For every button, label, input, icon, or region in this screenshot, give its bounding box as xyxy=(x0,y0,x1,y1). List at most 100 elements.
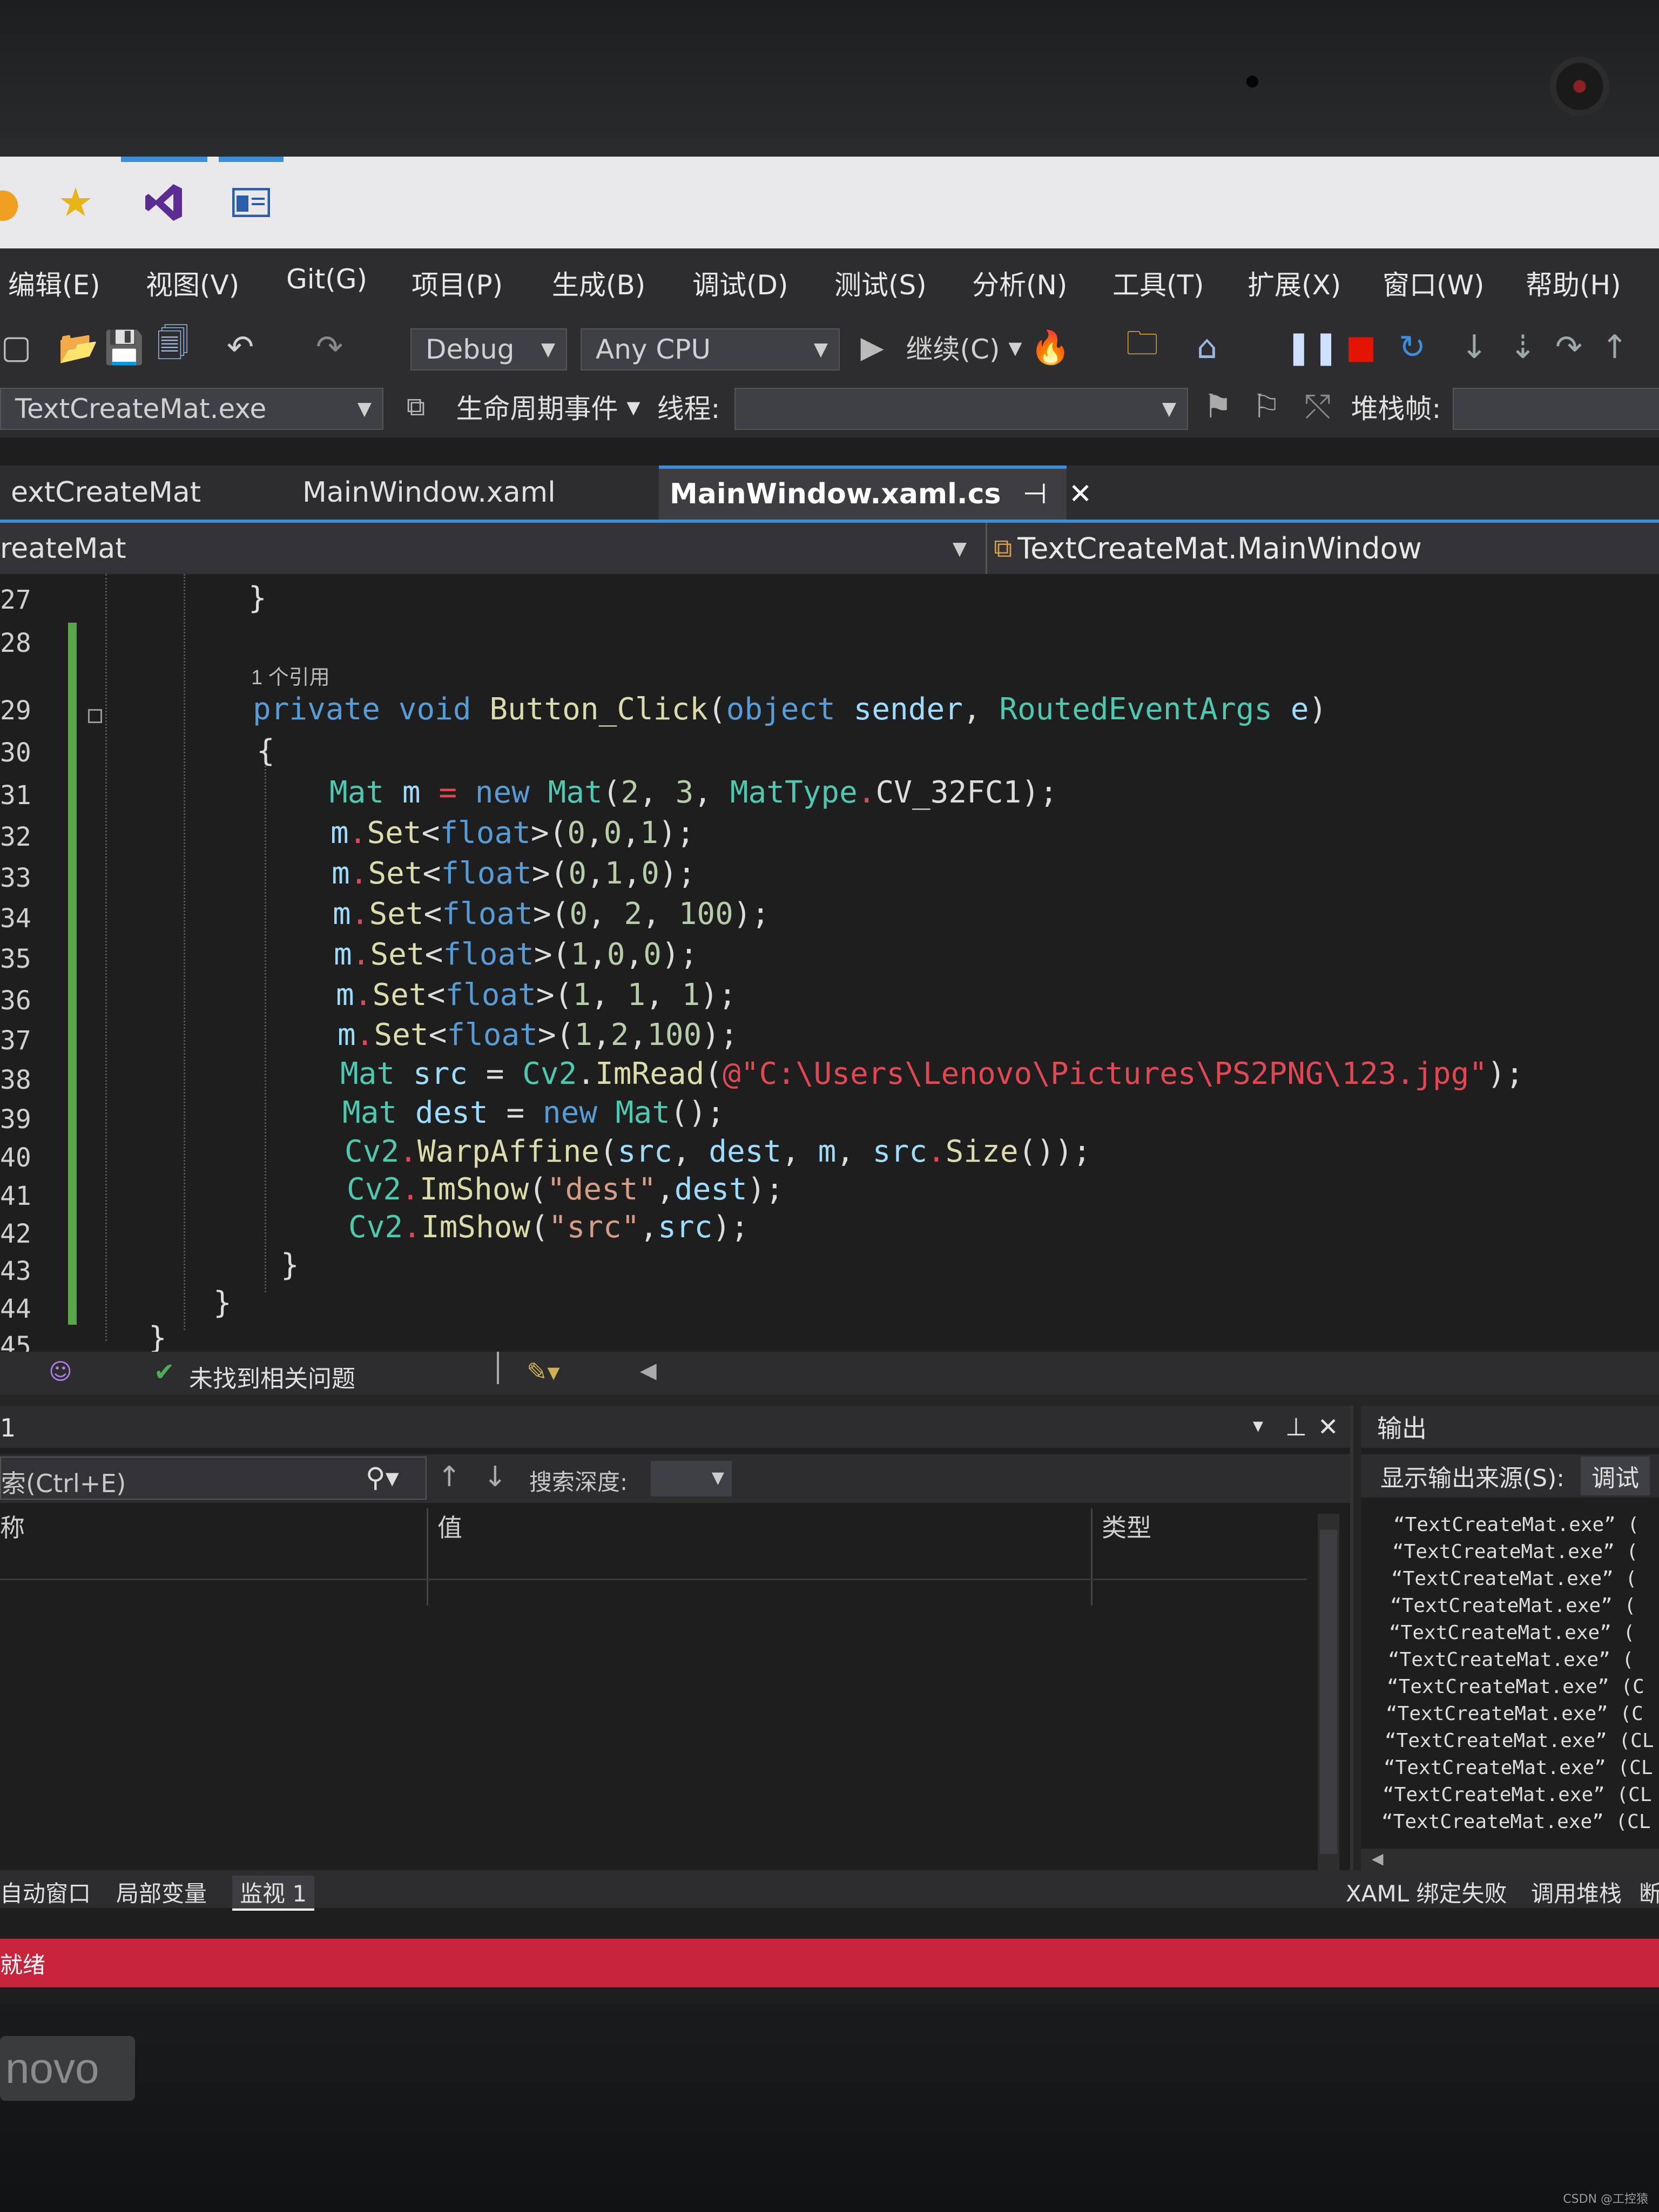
close-icon[interactable]: ✕ xyxy=(1069,478,1092,510)
output-line: “TextCreateMat.exe” (C xyxy=(1386,1703,1643,1725)
menu-git[interactable]: Git(G) xyxy=(286,264,367,295)
line-number: 42 xyxy=(0,1219,31,1249)
menu-build[interactable]: 生成(B) xyxy=(552,264,645,302)
brand-logo: novo xyxy=(0,2036,135,2101)
screen: ● ★ 编辑(E) 视图(V) Git(G) 项目(P) 生成(B) 调试(D)… xyxy=(0,157,1659,2004)
scroll-left-icon[interactable]: ◀ xyxy=(640,1358,657,1383)
search-input[interactable]: 索(Ctrl+E) ⚲▾ xyxy=(0,1456,427,1500)
star-icon[interactable]: ★ xyxy=(46,170,105,235)
browse-icon[interactable]: 🗀 xyxy=(1123,325,1161,366)
class-icon: ⧉ xyxy=(994,533,1013,563)
tab-locals[interactable]: 局部变量 xyxy=(116,1876,207,1908)
visual-studio-icon[interactable] xyxy=(134,170,193,235)
menu-project[interactable]: 项目(P) xyxy=(412,264,503,302)
watch-row[interactable] xyxy=(0,1546,1307,1580)
pin-icon[interactable]: ⊣ xyxy=(1022,478,1047,510)
save-icon[interactable]: 💾 xyxy=(104,328,145,367)
class-name: TextCreateMat.MainWindow xyxy=(1017,531,1422,565)
brush-icon[interactable]: ✎▾ xyxy=(527,1357,560,1386)
issues-status[interactable]: 未找到相关问题 xyxy=(189,1359,355,1394)
stackframe-select[interactable] xyxy=(1453,388,1659,430)
copilot-icon[interactable]: ☺ xyxy=(49,1358,72,1385)
code-line-34: m.Set<float>(0, 2, 100); xyxy=(333,896,770,932)
menu-help[interactable]: 帮助(H) xyxy=(1526,264,1621,302)
output-horizontal-scrollbar[interactable]: ◀ xyxy=(1361,1849,1659,1870)
class-dropdown[interactable]: ⧉ TextCreateMat.MainWindow xyxy=(986,523,1659,574)
watch-title: 1 xyxy=(0,1413,16,1442)
tab-autos[interactable]: 自动窗口 xyxy=(0,1876,91,1908)
watch-window: 1 ▾ ⊥ ✕ 索(Ctrl+E) ⚲▾ ↑ ↓ 搜索深度: ▼ 称 值 类型 xyxy=(0,1406,1353,1881)
dropdown-icon[interactable]: ▾ xyxy=(1253,1413,1263,1437)
thread-select[interactable]: ▼ xyxy=(734,388,1188,430)
platform-select[interactable]: Any CPU ▼ xyxy=(581,328,840,370)
step-out-icon[interactable]: ↑ xyxy=(1599,328,1631,366)
restart-icon[interactable]: ↻ xyxy=(1393,328,1431,366)
output-window: 输出 显示输出来源(S): 调试 “TextCreateMat.exe” ( “… xyxy=(1361,1406,1659,1881)
lifecycle-label: 生命周期事件 xyxy=(456,393,618,424)
new-file-icon[interactable]: ▢ xyxy=(0,328,32,366)
menu-test[interactable]: 测试(S) xyxy=(834,264,927,302)
scrollbar[interactable] xyxy=(1318,1514,1339,1881)
hot-reload-icon[interactable]: 🔥 xyxy=(1030,328,1071,367)
continue-button[interactable]: 继续(C) ▾ xyxy=(899,328,1029,366)
output-source-select[interactable]: 调试 xyxy=(1581,1456,1650,1495)
project-dropdown[interactable]: reateMat ▼ xyxy=(0,523,977,574)
menu-extensions[interactable]: 扩展(X) xyxy=(1247,264,1341,302)
tab-watch-1[interactable]: 监视 1 xyxy=(232,1876,315,1911)
output-line: “TextCreateMat.exe” (CL xyxy=(1384,1757,1653,1779)
column-header-name[interactable]: 称 xyxy=(0,1508,25,1546)
redo-icon[interactable]: ↷ xyxy=(311,328,348,366)
menu-view[interactable]: 视图(V) xyxy=(146,264,239,302)
output-line: “TextCreateMat.exe” ( xyxy=(1388,1649,1634,1671)
undo-icon[interactable]: ↶ xyxy=(221,328,259,366)
process-select[interactable]: TextCreateMat.exe ▼ xyxy=(0,388,383,430)
close-icon[interactable]: ✕ xyxy=(1318,1412,1339,1441)
line-number: 41 xyxy=(0,1181,31,1211)
guide-line xyxy=(105,574,107,1341)
code-line-30: { xyxy=(257,733,275,768)
output-line: “TextCreateMat.exe” (CL xyxy=(1382,1784,1652,1806)
search-up-icon[interactable]: ↑ xyxy=(437,1461,461,1493)
filter-icon[interactable]: ⤲ xyxy=(1299,388,1337,426)
tab-mainwindow-xaml[interactable]: MainWindow.xaml xyxy=(292,466,653,520)
search-depth-select[interactable]: ▼ xyxy=(651,1461,732,1496)
pause-icon[interactable]: ❚❚ xyxy=(1285,328,1340,366)
open-folder-icon[interactable]: 📂 xyxy=(58,328,99,367)
solution-config-select[interactable]: Debug ▼ xyxy=(410,328,567,370)
stackframe-label: 堆栈帧: xyxy=(1351,393,1441,424)
tab-call-stack[interactable]: 调用堆栈 xyxy=(1531,1876,1622,1908)
tab-xaml-binding-failures[interactable]: XAML 绑定失败 xyxy=(1346,1876,1507,1908)
menu-window[interactable]: 窗口(W) xyxy=(1382,264,1484,302)
tab-project[interactable]: extCreateMat xyxy=(0,466,286,520)
scroll-left-icon[interactable]: ◀ xyxy=(1372,1850,1384,1867)
watermark: CSDN @工控猿 xyxy=(1563,2193,1648,2206)
tab-breakpoints[interactable]: 断 xyxy=(1639,1876,1659,1908)
menu-edit[interactable]: 编辑(E) xyxy=(8,264,100,302)
tab-mainwindow-xaml-cs[interactable]: MainWindow.xaml.cs ⊣ ✕ xyxy=(659,466,1092,520)
app-window-icon[interactable]: ⌂ xyxy=(1188,328,1226,366)
step-into-icon[interactable]: ↓ xyxy=(1458,328,1491,366)
menu-debug[interactable]: 调试(D) xyxy=(692,264,788,302)
play-icon[interactable]: ▶ xyxy=(856,328,888,366)
app-icon[interactable]: ● xyxy=(0,170,32,235)
scrollbar-thumb[interactable] xyxy=(1320,1530,1337,1854)
collapse-icon[interactable] xyxy=(88,709,102,723)
lifecycle-events-button[interactable]: 生命周期事件 ▾ xyxy=(446,388,651,426)
window-icon[interactable] xyxy=(221,170,281,235)
pin-icon[interactable]: ⊥ xyxy=(1285,1412,1307,1441)
column-header-value[interactable]: 值 xyxy=(437,1508,462,1546)
step-down-icon[interactable]: ⇣ xyxy=(1507,328,1539,366)
flag-threads-icon[interactable]: ⚐ xyxy=(1247,388,1285,426)
menu-analyze[interactable]: 分析(N) xyxy=(972,264,1067,302)
search-icon[interactable]: ⚲▾ xyxy=(366,1462,399,1493)
code-editor[interactable]: 27 28 29 30 31 32 33 34 35 36 37 38 39 4… xyxy=(0,574,1659,1361)
reference-count-hint[interactable]: 1 个引用 xyxy=(251,660,330,690)
search-down-icon[interactable]: ↓ xyxy=(483,1461,507,1493)
save-all-icon[interactable]: 🗐 xyxy=(154,325,192,366)
step-over-icon[interactable]: ↷ xyxy=(1550,328,1588,366)
menu-tools[interactable]: 工具(T) xyxy=(1112,264,1204,302)
stop-icon[interactable]: ■ xyxy=(1345,328,1377,366)
column-header-type[interactable]: 类型 xyxy=(1102,1508,1151,1546)
flag-icon[interactable]: ⚑ xyxy=(1202,388,1234,426)
debug-location-toolbar: TextCreateMat.exe ▼ ⧉ 生命周期事件 ▾ 线程: ▼ ⚑ ⚐… xyxy=(0,378,1659,437)
